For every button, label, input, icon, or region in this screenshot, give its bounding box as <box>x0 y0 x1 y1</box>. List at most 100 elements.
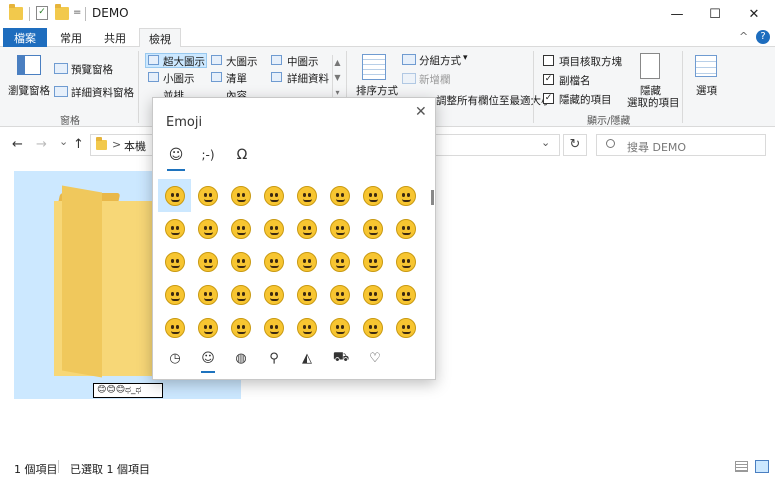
new-folder-icon[interactable] <box>55 4 69 20</box>
tab-view[interactable]: 檢視 <box>139 28 181 48</box>
emoji-cell[interactable] <box>191 278 224 311</box>
close-button[interactable]: ✕ <box>733 0 775 28</box>
emoji-cell[interactable] <box>389 245 422 278</box>
emoji-cell[interactable] <box>257 278 290 311</box>
forward-button[interactable]: → <box>36 137 47 152</box>
emoji-panel-close-button[interactable]: ✕ <box>415 104 427 120</box>
emoji-cell[interactable] <box>224 311 257 344</box>
emoji-cell[interactable] <box>191 245 224 278</box>
emoji-cell[interactable] <box>158 245 191 278</box>
emoji-cell[interactable] <box>323 245 356 278</box>
emoji-cell[interactable] <box>356 278 389 311</box>
emoji-cell[interactable] <box>158 278 191 311</box>
layout-large-icons[interactable]: 大圖示 <box>226 54 258 69</box>
emoji-cell[interactable] <box>257 245 290 278</box>
options-button[interactable]: 選項 <box>696 83 717 98</box>
back-button[interactable]: ← <box>12 137 23 152</box>
emoji-cell[interactable] <box>224 179 257 212</box>
sort-by-button[interactable]: 排序方式 <box>356 83 398 98</box>
emoji-cell[interactable] <box>224 245 257 278</box>
details-pane-button[interactable]: 詳細資料窗格 <box>71 85 134 100</box>
quick-access-arrow[interactable]: = <box>73 7 81 18</box>
large-icons-view-icon[interactable] <box>755 460 769 473</box>
celebration-emoji-tab[interactable]: ⚲ <box>262 348 286 368</box>
add-column-button[interactable]: 新增欄 <box>419 72 451 87</box>
address-separator[interactable]: > <box>112 138 121 151</box>
group-by-button[interactable]: 分組方式 <box>419 53 461 68</box>
emoji-cell[interactable] <box>389 311 422 344</box>
emoji-cell[interactable] <box>356 311 389 344</box>
emoji-cell[interactable] <box>323 212 356 245</box>
emoji-cell[interactable] <box>323 278 356 311</box>
maximize-button[interactable]: ☐ <box>694 0 736 28</box>
emoji-cell[interactable] <box>323 179 356 212</box>
emoji-cell[interactable] <box>290 311 323 344</box>
layout-details[interactable]: 詳細資料 <box>287 71 329 86</box>
extensions-checkbox[interactable]: ✓ <box>543 74 554 85</box>
heart-emoji-tab[interactable]: ♡ <box>363 348 387 368</box>
emoji-cell[interactable] <box>191 179 224 212</box>
emoji-face-icon <box>362 251 383 272</box>
group-by-dropdown-icon[interactable]: ▾ <box>463 53 468 63</box>
emoji-cell[interactable] <box>290 179 323 212</box>
hidden-items-checkbox[interactable]: ✓ <box>543 93 554 104</box>
tab-file[interactable]: 檔案 <box>3 28 47 47</box>
food-emoji-tab[interactable]: ◭ <box>295 348 319 368</box>
address-dropdown[interactable]: ⌄ <box>541 136 550 149</box>
address-root[interactable]: 本機 <box>124 138 146 154</box>
emoji-cell[interactable] <box>158 179 191 212</box>
minimize-button[interactable]: — <box>656 0 698 28</box>
help-button[interactable]: ? <box>756 30 770 44</box>
layout-xlarge-icons[interactable]: 超大圖示 <box>163 54 205 69</box>
search-placeholder[interactable]: 搜尋 DEMO <box>627 139 686 155</box>
emoji-cell[interactable] <box>389 179 422 212</box>
emoji-cell[interactable] <box>389 212 422 245</box>
kaomoji-category-tab[interactable]: ;-) <box>195 144 221 166</box>
symbols-category-tab[interactable]: Ω <box>229 144 255 166</box>
emoji-cell[interactable] <box>290 278 323 311</box>
item-checkboxes-checkbox[interactable] <box>543 55 554 66</box>
emoji-cell[interactable] <box>356 212 389 245</box>
details-view-icon[interactable] <box>735 461 748 472</box>
emoji-cell[interactable] <box>158 212 191 245</box>
properties-icon[interactable]: ✓ <box>36 6 48 20</box>
layout-small-icons[interactable]: 小圖示 <box>163 71 195 86</box>
refresh-button[interactable]: ↻ <box>563 134 587 156</box>
emoji-cell[interactable] <box>290 212 323 245</box>
layout-scroll[interactable]: ▲ ▼ ▾ <box>332 55 342 101</box>
emoji-cell[interactable] <box>158 311 191 344</box>
emoji-cell[interactable] <box>257 311 290 344</box>
emoji-cell[interactable] <box>191 212 224 245</box>
emoji-scrollbar[interactable] <box>431 190 434 205</box>
hide-selected-button-line2[interactable]: 選取的項目 <box>627 95 680 110</box>
emoji-cell[interactable] <box>323 311 356 344</box>
travel-emoji-tab[interactable]: ⛟ <box>329 348 353 368</box>
emoji-cell[interactable] <box>191 311 224 344</box>
emoji-cell[interactable] <box>224 278 257 311</box>
emoji-cell[interactable] <box>257 212 290 245</box>
tab-share[interactable]: 共用 <box>96 28 134 47</box>
layout-list[interactable]: 清單 <box>226 71 247 86</box>
emoji-category-tab[interactable]: ☺ <box>163 144 189 166</box>
rename-input[interactable]: 😊😊😊ಥ_ಥ <box>93 383 163 398</box>
emoji-cell[interactable] <box>356 179 389 212</box>
recent-emoji-tab[interactable]: ◷ <box>163 348 187 368</box>
fit-columns-button[interactable]: 調整所有欄位至最適大小 <box>436 93 552 108</box>
emoji-cell[interactable] <box>290 245 323 278</box>
recent-locations-button[interactable]: ⌄ <box>59 135 68 148</box>
emoji-cell[interactable] <box>389 278 422 311</box>
extensions-label: 副檔名 <box>559 75 591 87</box>
preview-pane-button[interactable]: 預覽窗格 <box>71 62 113 77</box>
layout-medium-icons[interactable]: 中圖示 <box>287 54 319 69</box>
ribbon-collapse-button[interactable]: ^ <box>739 30 748 43</box>
smiley-emoji-tab[interactable]: ☺ <box>196 348 220 368</box>
emoji-cell[interactable] <box>224 212 257 245</box>
people-emoji-tab[interactable]: ◍ <box>229 348 253 368</box>
search-box[interactable]: 搜尋 DEMO <box>596 134 766 156</box>
emoji-cell[interactable] <box>257 179 290 212</box>
tab-home[interactable]: 常用 <box>52 28 90 47</box>
up-button[interactable]: ↑ <box>73 137 84 152</box>
nav-pane-button[interactable]: 瀏覽窗格 <box>8 83 50 98</box>
emoji-cell[interactable] <box>356 245 389 278</box>
folder-icon <box>96 137 107 150</box>
